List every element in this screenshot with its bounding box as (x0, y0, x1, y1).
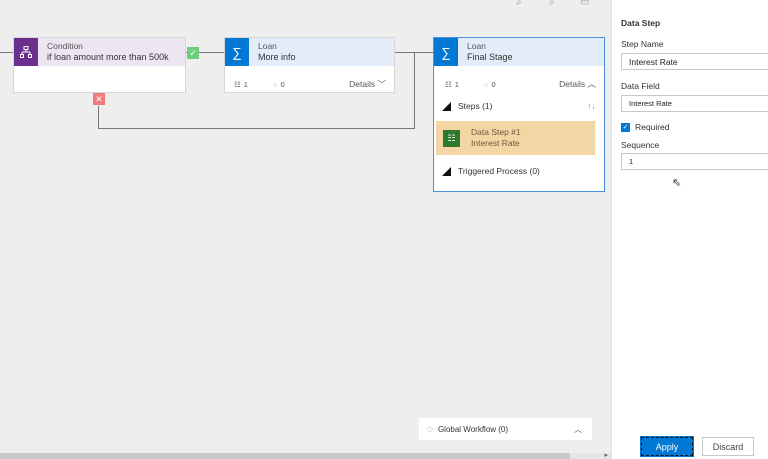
steps-section-header[interactable]: Steps (1) ↑↓ (442, 99, 596, 113)
scroll-right-arrow-icon[interactable]: ▸ (604, 451, 608, 459)
connector-false-down (98, 106, 99, 128)
steps-header-label: Steps (1) (458, 101, 493, 111)
triggered-process-label: Triggered Process (0) (458, 166, 540, 176)
stage-title: Loan (467, 41, 486, 51)
stage-subtitle: More info (258, 52, 296, 62)
horizontal-scrollbar[interactable]: ▸ (0, 451, 611, 459)
stage-icon: ∑ (434, 38, 458, 66)
condition-card[interactable]: Condition if loan amount more than 500k (13, 37, 186, 93)
details-toggle[interactable]: Details ︿ (559, 78, 596, 90)
zoom-in-icon[interactable]: ⌕ (516, 0, 522, 8)
data-field-select[interactable]: Interest Rate (621, 95, 768, 112)
data-step-icon: ☷ (443, 129, 460, 147)
stage-subtitle: Final Stage (467, 52, 513, 62)
checkbox-checked-icon[interactable]: ✓ (621, 122, 630, 132)
false-branch-badge[interactable]: ✕ (93, 93, 105, 105)
details-toggle[interactable]: Details ﹀ (349, 78, 386, 90)
connector-left (0, 52, 13, 53)
stage-card-final[interactable]: ∑ Loan Final Stage ☷ 1 ◌ 0 Details ︿ Steps… (433, 37, 605, 192)
chevron-down-icon: ﹀ (377, 79, 386, 89)
stage-title: Loan (258, 41, 277, 51)
panel-title: Data Step (621, 18, 661, 28)
discard-button[interactable]: Discard (702, 437, 754, 456)
sequence-input[interactable]: 1 (621, 153, 768, 170)
steps-count: ☷ 1 (234, 80, 248, 89)
process-canvas[interactable]: ⌕ ⌕ ▭ Condition if loan amount more than… (0, 0, 611, 459)
condition-title: Condition (47, 41, 83, 51)
triggered-process-section[interactable]: Triggered Process (0) (442, 164, 596, 178)
chevron-up-icon: ︿ (587, 79, 596, 89)
branch-icon (14, 38, 38, 66)
steps-count: ☷ 1 (445, 80, 459, 89)
properties-panel: Data Step Step Name Interest Rate Data F… (611, 0, 768, 459)
workflow-dotted-icon: ◌ (273, 80, 278, 89)
scrollbar-thumb[interactable] (0, 453, 570, 459)
required-checkbox-row[interactable]: ✓ Required (621, 122, 670, 132)
stage-card-more-info[interactable]: ∑ Loan More info ☷ 1 ◌ 0 Details ﹀ (224, 37, 395, 93)
global-workflow-bar[interactable]: ◌ Global Workflow (0) ︿ (419, 418, 592, 440)
zoom-out-icon[interactable]: ⌕ (549, 0, 555, 8)
data-step-title: Data Step #1 (471, 127, 521, 137)
data-step-item[interactable]: ☷ Data Step #1 Interest Rate (436, 121, 595, 155)
workflow-dotted-icon: ◌ (484, 80, 489, 89)
sequence-label: Sequence (621, 140, 660, 150)
step-name-input[interactable]: Interest Rate (621, 53, 768, 70)
sort-arrows-icon[interactable]: ↑↓ (587, 101, 596, 111)
connector-false-bottom (98, 128, 414, 129)
steps-list-icon: ☷ (234, 80, 241, 89)
fit-screen-icon[interactable]: ▭ (580, 0, 589, 8)
steps-list-icon: ☷ (445, 80, 452, 89)
workflow-dotted-icon: ◌ (427, 423, 433, 435)
stage-icon: ∑ (225, 38, 249, 66)
true-branch-badge[interactable]: ✓ (187, 47, 199, 59)
condition-subtitle: if loan amount more than 500k (47, 52, 169, 62)
mouse-cursor-icon: ⇖ (672, 177, 682, 189)
data-field-label: Data Field (621, 81, 660, 91)
data-step-subtitle: Interest Rate (471, 138, 520, 148)
expand-triangle-icon (442, 166, 451, 176)
chevron-up-icon[interactable]: ︿ (574, 424, 582, 435)
global-workflow-label: Global Workflow (0) (437, 424, 509, 434)
apply-button[interactable]: Apply (640, 436, 694, 457)
required-label: Required (635, 122, 670, 132)
connector-false-up (414, 52, 415, 129)
step-name-label: Step Name (621, 39, 664, 49)
triggers-count: ◌ 0 (484, 80, 496, 89)
expand-triangle-icon (442, 101, 451, 111)
triggers-count: ◌ 0 (273, 80, 285, 89)
